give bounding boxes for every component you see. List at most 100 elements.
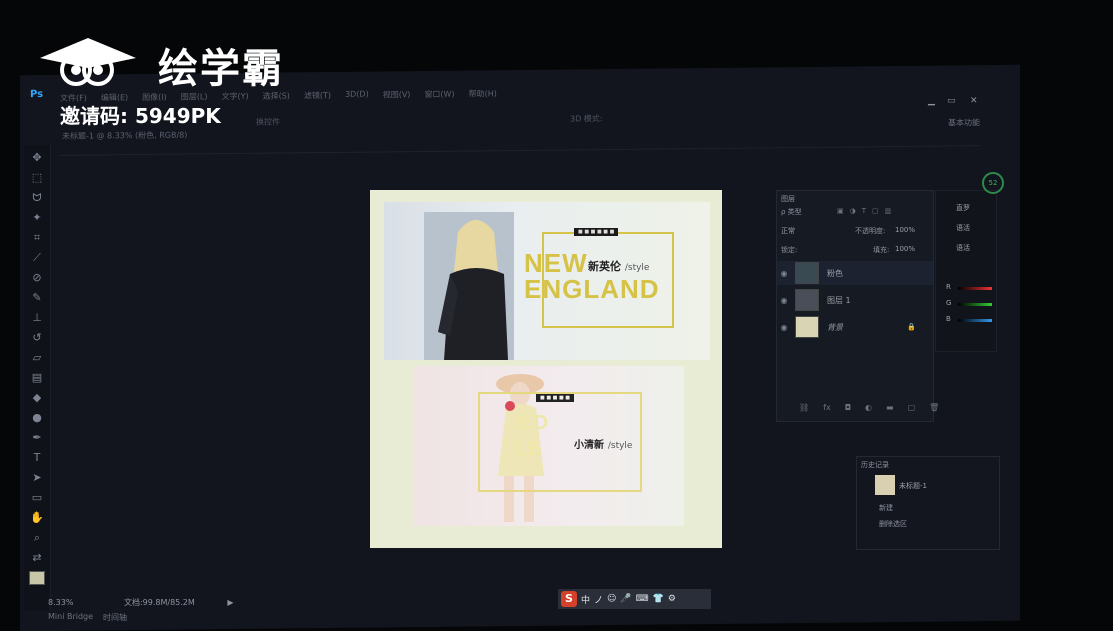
top-banner-label: ■ ■ ■ ■ ■ ■ [574,228,619,236]
type-tool-icon[interactable]: T [30,451,44,465]
link-icon[interactable]: ⛓ [799,403,809,412]
smart-filter-icon[interactable]: ▥ [885,207,892,215]
adjustments-panel: 直罗 语活 语活 R G B [935,190,997,352]
dodge-tool-icon[interactable]: ● [30,411,44,425]
ime-punct[interactable]: ノ [594,593,603,606]
ime-lang[interactable]: 中 [581,593,590,606]
brush-tool-icon[interactable]: ✎ [30,291,44,305]
top-tag-suffix: /style [624,263,650,273]
history-item[interactable]: 新建 [879,503,893,513]
bottom-banner-label: ■ ■ ■ ■ ■ [536,394,574,402]
channel-r: R [946,283,951,291]
shape-filter-icon[interactable]: ▢ [872,207,879,215]
doc-size: 文档:99.8M/85.2M [123,598,195,607]
lasso-tool-icon[interactable]: ᗢ [30,191,44,205]
top-tagline: 新英伦 /style [588,258,649,274]
blue-slider[interactable] [958,319,992,322]
close-icon[interactable]: ✕ [970,96,978,106]
move-tool-icon[interactable]: ✥ [30,151,44,165]
menu-filter[interactable]: 滤镜(T) [304,90,331,101]
restore-icon[interactable]: ▭ [947,96,956,106]
layer-row[interactable]: ◉ 粉色 [777,261,933,285]
layer-row[interactable]: ◉ 图层 1 [777,288,933,312]
bottom-title-line1: ILD [514,412,550,434]
tab-timeline[interactable]: 时间轴 [103,612,127,623]
marquee-tool-icon[interactable]: ⬚ [30,171,44,185]
healing-brush-icon[interactable]: ⊘ [30,271,44,285]
fill-value[interactable]: 100% [895,245,915,253]
layer-filter[interactable]: ρ 类型 [781,207,802,217]
channel-g: G [946,299,952,307]
mask-icon[interactable]: ◘ [845,403,851,412]
workspace-switcher[interactable]: 基本功能 [948,117,980,128]
stamp-tool-icon[interactable]: ⊥ [30,311,44,325]
eyedropper-icon[interactable]: ⟋ [30,251,44,265]
pen-tool-icon[interactable]: ✒ [30,431,44,445]
eye-icon[interactable]: ◉ [777,296,791,305]
strip-label: 语活 [956,244,970,252]
ps-logo: Ps [30,88,44,101]
history-item[interactable]: 删除选区 [879,519,907,529]
blend-mode-select[interactable]: 正常 [781,226,795,236]
top-title-line2: ENGLAND [524,274,660,304]
status-arrow-icon[interactable]: ▶ [227,598,233,607]
watermark-invite-code: 邀请码: 5949PK [60,104,221,128]
eye-icon[interactable]: ◉ [777,323,791,332]
fx-icon[interactable]: fx [823,403,831,412]
type-filter-icon[interactable]: T [862,207,866,215]
eye-icon[interactable]: ◉ [777,269,791,278]
menu-window[interactable]: 窗口(W) [424,89,454,100]
adjust-filter-icon[interactable]: ◑ [850,207,856,215]
options-3d-mode[interactable]: 3D 模式: [570,113,603,124]
ime-keyboard-icon[interactable]: ⌨ [636,594,649,604]
menu-help[interactable]: 帮助(H) [469,88,497,99]
ime-settings-icon[interactable]: ⚙ [668,594,676,604]
banner-new-england: ■ ■ ■ ■ ■ ■ NEW ENGLAND 新英伦 /style [384,202,710,360]
magic-wand-icon[interactable]: ✦ [30,211,44,225]
color-swatch[interactable] [29,571,45,585]
filter-icons: ▣ ◑ T ▢ ▥ [837,207,891,215]
top-tag-text: 新英伦 [588,260,621,273]
bottom-panel-tabs: Mini Bridge 时间轴 [48,612,127,623]
zoom-tool-icon[interactable]: ⌕ [30,531,44,545]
hand-tool-icon[interactable]: ✋ [30,511,44,525]
menu-3d[interactable]: 3D(D) [345,90,369,101]
minimize-icon[interactable]: ▁ [928,96,935,106]
layer-name: 图层 1 [827,295,851,305]
adjustment-icon[interactable]: ◐ [865,403,872,412]
menu-view[interactable]: 视图(V) [383,89,411,100]
path-select-icon[interactable]: ➤ [30,471,44,485]
trash-icon[interactable]: 🗑 [929,403,939,412]
swap-colors-icon[interactable]: ⇄ [30,551,44,565]
tab-mini-bridge[interactable]: Mini Bridge [48,612,93,623]
pixel-filter-icon[interactable]: ▣ [837,207,844,215]
status-badge: 52 [982,172,1004,194]
ime-voice-icon[interactable]: 🎤 [620,594,631,604]
options-controls-label[interactable]: 换控件 [256,117,280,128]
ime-skin-icon[interactable]: 👕 [653,594,664,604]
zoom-level[interactable]: 8.33% [48,598,73,607]
channel-b: B [946,315,951,323]
history-brush-icon[interactable]: ↺ [30,331,44,345]
new-layer-icon[interactable]: ▢ [908,403,916,412]
snapshot-name[interactable]: 未标题-1 [899,481,927,491]
watermark-logo-icon [40,38,136,86]
green-slider[interactable] [958,303,992,306]
shape-tool-icon[interactable]: ▭ [30,491,44,505]
opacity-value[interactable]: 100% [895,226,915,234]
sogou-logo-icon[interactable]: S [561,591,577,607]
folder-icon[interactable]: ▬ [886,403,894,412]
layer-name: 背景 [827,322,843,332]
document-tab[interactable]: 未标题-1 @ 8.33% (粉色, RGB/8) [62,129,187,141]
red-slider[interactable] [958,287,992,290]
layer-row[interactable]: ◉ 背景 🔒 [777,315,933,339]
ime-emoji-icon[interactable]: ☺ [607,594,616,604]
blur-tool-icon[interactable]: ◆ [30,391,44,405]
eraser-icon[interactable]: ▱ [30,351,44,365]
crop-tool-icon[interactable]: ⌗ [30,231,44,245]
layer-name: 粉色 [827,268,843,278]
tools-panel: ✥ ⬚ ᗢ ✦ ⌗ ⟋ ⊘ ✎ ⊥ ↺ ▱ ▤ ◆ ● ✒ T ➤ ▭ ✋ ⌕ … [24,145,51,611]
document-canvas[interactable]: ■ ■ ■ ■ ■ ■ NEW ENGLAND 新英伦 /style ■ ■ ■… [370,190,722,548]
history-panel: 历史记录 未标题-1 新建 删除选区 [856,456,1000,550]
gradient-tool-icon[interactable]: ▤ [30,371,44,385]
